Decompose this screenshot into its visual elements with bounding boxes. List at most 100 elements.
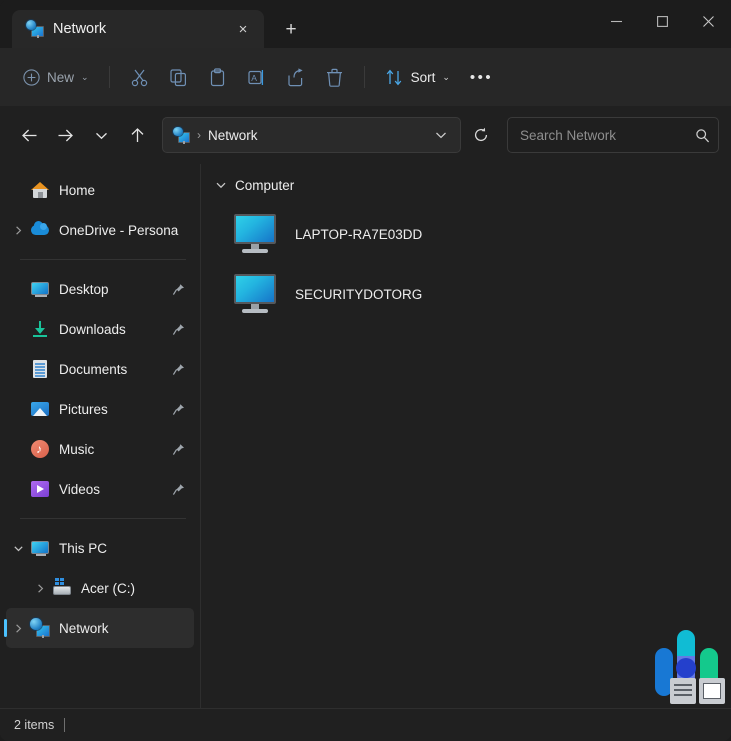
sidebar-item-label: Network: [59, 620, 109, 636]
delete-button[interactable]: [316, 59, 353, 95]
paste-button[interactable]: [199, 59, 236, 95]
svg-text:A: A: [251, 73, 257, 83]
sidebar-item-label: Downloads: [59, 321, 126, 337]
new-tab-button[interactable]: +: [276, 14, 306, 44]
downloads-icon: [30, 319, 50, 339]
chevron-right-icon[interactable]: [6, 623, 30, 634]
tab-title: Network: [53, 21, 107, 37]
sidebar-item-label: This PC: [59, 540, 108, 556]
pin-icon[interactable]: [172, 443, 188, 456]
sidebar-item-label: Videos: [59, 481, 101, 497]
sidebar-item-label: Acer (C:): [81, 580, 135, 596]
sidebar-item-this-pc[interactable]: This PC: [6, 528, 194, 568]
sidebar-item-home[interactable]: Home: [6, 170, 194, 210]
item-count-label: 2 items: [14, 718, 55, 732]
navigation-pane[interactable]: Home OneDrive - Persona Desktop Download…: [0, 164, 201, 708]
back-button[interactable]: [12, 118, 46, 152]
search-icon: [695, 128, 710, 143]
toolbar-divider-2: [363, 66, 365, 88]
home-icon: [30, 180, 50, 200]
up-button[interactable]: [120, 118, 154, 152]
sidebar-item-network[interactable]: Network: [4, 608, 194, 648]
logo-bar-purple: [677, 656, 695, 698]
sidebar-item-label: OneDrive - Persona: [59, 222, 179, 238]
sidebar-item-label: Pictures: [59, 401, 108, 417]
address-bar: › Network Search Network: [0, 106, 731, 164]
share-button[interactable]: [277, 59, 314, 95]
new-button-label: New: [47, 69, 75, 85]
sidebar-item-documents[interactable]: Documents: [6, 349, 194, 389]
maximize-button[interactable]: [639, 0, 685, 42]
sidebar-item-label: Desktop: [59, 281, 109, 297]
window-controls: [593, 0, 731, 42]
sidebar-item-downloads[interactable]: Downloads: [6, 309, 194, 349]
group-header-computer[interactable]: Computer: [215, 170, 731, 200]
ellipsis-icon: •••: [469, 68, 494, 86]
sidebar-item-videos[interactable]: Videos: [6, 469, 194, 509]
file-explorer-window: Network × + New ⌄ A Sort ⌄ ••• › Network…: [0, 0, 731, 741]
music-icon: [30, 439, 50, 459]
network-computer-icon: [26, 20, 44, 38]
drive-icon: [52, 578, 72, 598]
monitor-icon: [231, 212, 279, 256]
sort-button-label: Sort: [410, 69, 436, 85]
tab-strip: Network × +: [0, 10, 306, 48]
file-list-view[interactable]: Computer LAPTOP-RA7E03DD SECURITYDOTORG: [201, 164, 731, 708]
network-computer-icon: [173, 126, 190, 144]
sidebar-divider: [20, 259, 186, 260]
sidebar-item-desktop[interactable]: Desktop: [6, 269, 194, 309]
pin-icon[interactable]: [172, 283, 188, 296]
forward-button[interactable]: [48, 118, 82, 152]
sidebar-item-label: Home: [59, 182, 96, 198]
copy-button[interactable]: [160, 59, 197, 95]
refresh-button[interactable]: [465, 118, 497, 152]
chevron-down-icon[interactable]: [215, 179, 227, 191]
pin-icon[interactable]: [172, 403, 188, 416]
status-separator: [64, 718, 66, 732]
network-computer-icon: [30, 618, 50, 638]
logo-bar-green: [700, 648, 718, 696]
search-box[interactable]: Search Network: [507, 117, 719, 153]
list-item-label: SECURITYDOTORG: [295, 286, 423, 302]
recent-locations-button[interactable]: [84, 118, 118, 152]
see-more-button[interactable]: •••: [461, 59, 502, 95]
cut-button[interactable]: [121, 59, 158, 95]
sidebar-item-music[interactable]: Music: [6, 429, 194, 469]
close-tab-icon[interactable]: ×: [230, 16, 256, 42]
breadcrumb-separator: ›: [197, 128, 201, 142]
sidebar-item-onedrive[interactable]: OneDrive - Persona: [6, 210, 194, 250]
rename-button[interactable]: A: [238, 59, 275, 95]
chevron-down-icon[interactable]: [6, 543, 30, 554]
pictures-icon: [30, 399, 50, 419]
monitor-icon: [231, 272, 279, 316]
close-window-button[interactable]: [685, 0, 731, 42]
search-input[interactable]: Search Network: [520, 128, 695, 143]
desktop-icon: [30, 279, 50, 299]
list-item[interactable]: SECURITYDOTORG: [215, 264, 717, 324]
chevron-right-icon[interactable]: [28, 583, 52, 594]
tab-network[interactable]: Network ×: [12, 10, 264, 48]
chevron-down-icon[interactable]: [428, 122, 454, 148]
chevron-down-icon: ⌄: [442, 71, 450, 82]
window-glyph-icon: [699, 678, 725, 704]
status-bar: 2 items: [0, 708, 731, 741]
logo-bar-cyan: [677, 630, 695, 684]
chevron-right-icon[interactable]: [6, 225, 30, 236]
sidebar-item-pictures[interactable]: Pictures: [6, 389, 194, 429]
toolbar-divider: [108, 66, 110, 88]
list-item-label: LAPTOP-RA7E03DD: [295, 226, 423, 242]
sidebar-item-acer-c[interactable]: Acer (C:): [6, 568, 194, 608]
pin-icon[interactable]: [172, 483, 188, 496]
minimize-button[interactable]: [593, 0, 639, 42]
breadcrumb[interactable]: Network: [208, 128, 421, 143]
logo-bar-blue: [655, 648, 673, 696]
title-bar: Network × +: [0, 0, 731, 48]
new-button[interactable]: New ⌄: [14, 59, 98, 95]
pin-icon[interactable]: [172, 323, 188, 336]
sort-button[interactable]: Sort ⌄: [376, 59, 459, 95]
list-item[interactable]: LAPTOP-RA7E03DD: [215, 204, 717, 264]
onedrive-icon: [30, 220, 50, 240]
sidebar-divider-2: [20, 518, 186, 519]
address-path-box[interactable]: › Network: [162, 117, 461, 153]
pin-icon[interactable]: [172, 363, 188, 376]
